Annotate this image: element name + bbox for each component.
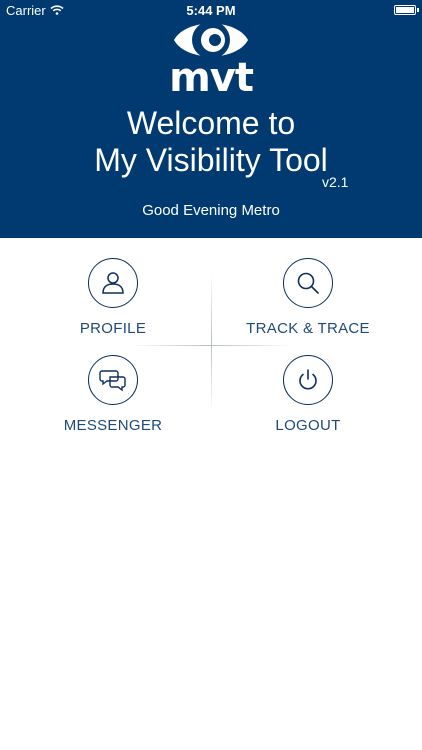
profile-button[interactable]: PROFILE — [23, 258, 203, 337]
power-icon — [283, 355, 333, 405]
track-and-trace-button[interactable]: TRACK & TRACE — [218, 258, 398, 337]
menu-divider-horizontal — [130, 345, 292, 346]
welcome-title-line2: My Visibility Tool — [94, 142, 328, 178]
header: Carrier 5:44 PM mvt Welcome to My Visibi… — [0, 0, 422, 238]
menu-divider-vertical — [211, 272, 212, 412]
app-version: v2.1 — [322, 174, 349, 190]
battery-icon — [394, 5, 416, 15]
user-icon — [88, 258, 138, 308]
logout-button[interactable]: LOGOUT — [218, 355, 398, 434]
logo-text: mvt — [169, 55, 254, 101]
battery-tip — [417, 8, 419, 12]
welcome-title-line1: Welcome to — [126, 105, 296, 141]
messenger-button[interactable]: MESSENGER — [23, 355, 203, 434]
profile-label: PROFILE — [79, 320, 147, 337]
logout-label: LOGOUT — [275, 417, 341, 434]
chat-bubbles-icon — [88, 355, 138, 405]
search-icon — [283, 258, 333, 308]
greeting-text: Good Evening Metro — [142, 202, 280, 219]
track-and-trace-label: TRACK & TRACE — [246, 320, 370, 337]
messenger-label: MESSENGER — [63, 417, 163, 434]
